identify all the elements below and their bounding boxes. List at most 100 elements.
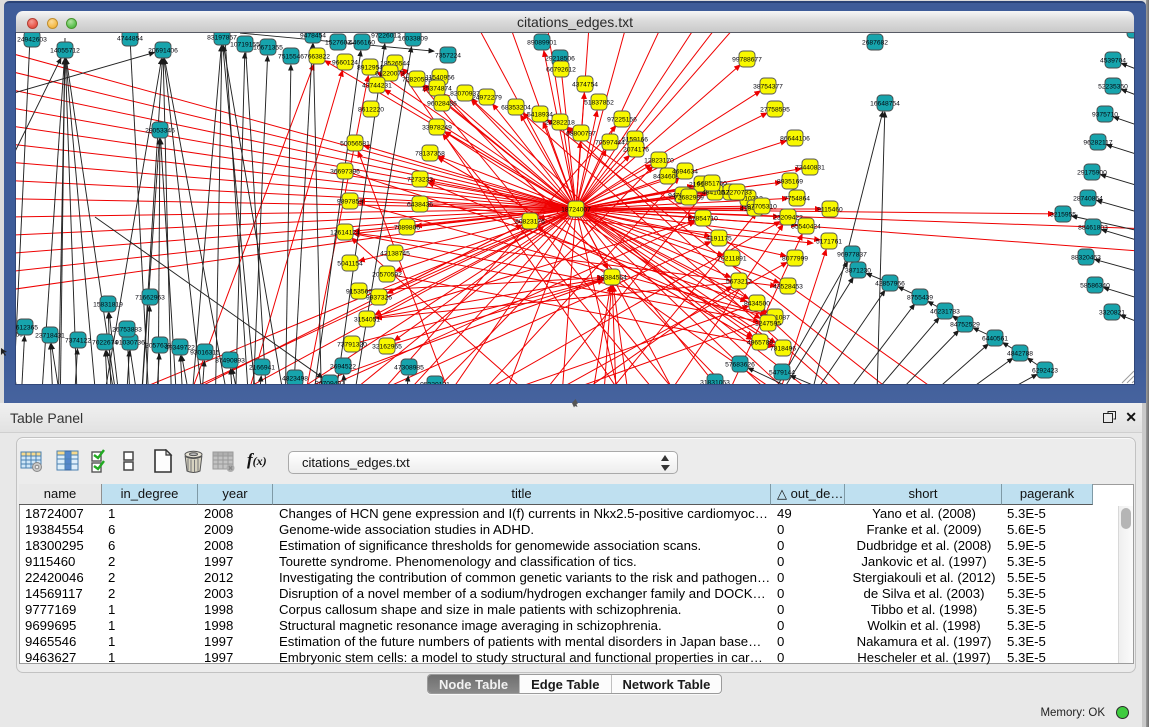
svg-text:7357224: 7357224 (435, 53, 461, 60)
svg-text:86644106: 86644106 (780, 136, 810, 143)
svg-text:25374874: 25374874 (422, 86, 452, 93)
svg-text:19384554: 19384554 (597, 275, 627, 282)
svg-text:7273233: 7273233 (407, 177, 433, 184)
svg-text:89089901: 89089901 (527, 40, 557, 47)
svg-text:84752529: 84752529 (950, 322, 980, 329)
svg-text:96977837: 96977837 (837, 252, 867, 259)
svg-text:38754377: 38754377 (753, 84, 783, 91)
svg-text:1527602: 1527602 (325, 40, 351, 47)
svg-text:80823176: 80823176 (515, 219, 545, 226)
svg-text:8077999: 8077999 (782, 256, 808, 263)
svg-text:26753883: 26753883 (112, 327, 142, 334)
svg-text:4694634: 4694634 (672, 169, 698, 176)
svg-text:9897858: 9897858 (337, 199, 363, 206)
svg-text:3154051: 3154051 (354, 317, 380, 324)
svg-text:12614124: 12614124 (330, 230, 360, 237)
svg-text:70597444: 70597444 (595, 140, 625, 147)
svg-text:36697396: 36697396 (330, 169, 360, 176)
svg-text:7663822: 7663822 (304, 54, 330, 61)
svg-text:9937326: 9937326 (366, 295, 392, 302)
svg-text:2694522: 2694522 (330, 364, 356, 371)
svg-text:4744854: 4744854 (117, 36, 143, 43)
svg-text:97705310: 97705310 (747, 204, 777, 211)
svg-text:7515546: 7515546 (278, 54, 304, 61)
svg-text:33978249: 33978249 (422, 125, 452, 132)
svg-text:96028436: 96028436 (427, 101, 457, 108)
svg-text:7089806: 7089806 (394, 225, 420, 232)
svg-text:5418934: 5418934 (527, 112, 553, 119)
svg-text:57683626: 57683626 (725, 362, 755, 369)
svg-text:87490893: 87490893 (215, 358, 245, 365)
svg-text:16033809: 16033809 (398, 36, 428, 43)
svg-text:14055712: 14055712 (50, 48, 80, 55)
svg-text:31831063: 31831063 (700, 380, 730, 385)
svg-text:29175900: 29175900 (1077, 170, 1107, 177)
svg-text:32162965: 32162965 (372, 344, 402, 351)
svg-text:78137358: 78137358 (415, 151, 445, 158)
svg-text:68800797: 68800797 (566, 131, 596, 138)
svg-text:28740864: 28740864 (1073, 196, 1103, 203)
svg-text:18724007: 18724007 (561, 207, 591, 214)
svg-text:7374122: 7374122 (65, 338, 91, 345)
svg-text:96282117: 96282117 (1083, 140, 1113, 147)
svg-text:73791320: 73791320 (337, 342, 367, 349)
svg-text:1247595: 1247595 (755, 321, 781, 328)
svg-text:9660124: 9660124 (332, 60, 358, 67)
svg-text:5479144: 5479144 (769, 370, 795, 377)
svg-text:7818496: 7818496 (770, 346, 796, 353)
svg-text:5171761: 5171761 (816, 239, 842, 246)
svg-text:4612365: 4612365 (16, 325, 38, 332)
svg-text:4374754: 4374754 (572, 82, 598, 89)
svg-text:93016315: 93016315 (190, 350, 220, 357)
svg-text:71662963: 71662963 (135, 295, 165, 302)
svg-text:42857966: 42857966 (875, 281, 905, 288)
svg-text:91030736: 91030736 (115, 340, 145, 347)
svg-text:66851760: 66851760 (697, 181, 727, 188)
svg-text:68353204: 68353204 (501, 105, 531, 112)
svg-text:24942603: 24942603 (17, 37, 47, 44)
svg-text:3871230: 3871230 (845, 268, 871, 275)
svg-text:6438436: 6438436 (407, 202, 433, 209)
svg-text:58586340: 58586340 (1080, 283, 1110, 290)
svg-text:67854710: 67854710 (688, 216, 718, 223)
svg-text:4842788: 4842788 (1007, 351, 1033, 358)
svg-text:6466160: 6466160 (349, 40, 375, 47)
svg-text:4539704: 4539704 (1100, 58, 1126, 65)
svg-text:72682989: 72682989 (674, 195, 704, 202)
svg-text:99788677: 99788677 (732, 57, 762, 64)
svg-text:3320821: 3320821 (1099, 310, 1125, 317)
svg-text:50056581: 50056581 (340, 141, 370, 148)
svg-text:29053346: 29053346 (145, 128, 175, 135)
svg-text:12823170: 12823170 (644, 158, 674, 165)
svg-text:42138745: 42138745 (380, 251, 410, 258)
svg-text:55540424: 55540424 (791, 224, 821, 231)
svg-text:73440831: 73440831 (795, 165, 825, 172)
svg-text:9478454: 9478454 (300, 33, 326, 40)
svg-text:88320463: 88320463 (1071, 255, 1101, 262)
svg-text:97226012: 97226012 (371, 33, 401, 40)
svg-text:8612220: 8612220 (358, 107, 384, 114)
svg-text:6292423: 6292423 (1032, 368, 1058, 375)
svg-text:6440561: 6440561 (982, 336, 1008, 343)
svg-text:95320121: 95320121 (420, 382, 450, 385)
svg-text:20570592: 20570592 (372, 272, 402, 279)
svg-text:88461803: 88461803 (1078, 225, 1108, 232)
svg-text:4823498: 4823498 (282, 376, 308, 383)
svg-text:52235350: 52235350 (1098, 84, 1128, 91)
svg-text:70211891: 70211891 (717, 256, 747, 263)
svg-text:20709497: 20709497 (315, 381, 345, 385)
svg-text:45935572: 45935572 (1120, 33, 1134, 35)
svg-text:9375710: 9375710 (1092, 112, 1118, 119)
svg-text:9115460: 9115460 (817, 207, 843, 214)
svg-text:2074176: 2074176 (623, 147, 649, 154)
svg-text:47308985: 47308985 (394, 365, 424, 372)
svg-text:16648754: 16648754 (870, 101, 900, 108)
svg-text:24282218: 24282218 (545, 120, 575, 127)
svg-text:66792612: 66792612 (546, 67, 576, 74)
svg-text:61220073: 61220073 (375, 71, 405, 78)
svg-text:83197857: 83197857 (207, 35, 237, 42)
svg-text:24972279: 24972279 (472, 95, 502, 102)
svg-text:8434500: 8434500 (744, 301, 770, 308)
svg-text:4191175: 4191175 (706, 236, 732, 243)
svg-text:8935169: 8935169 (777, 179, 803, 186)
